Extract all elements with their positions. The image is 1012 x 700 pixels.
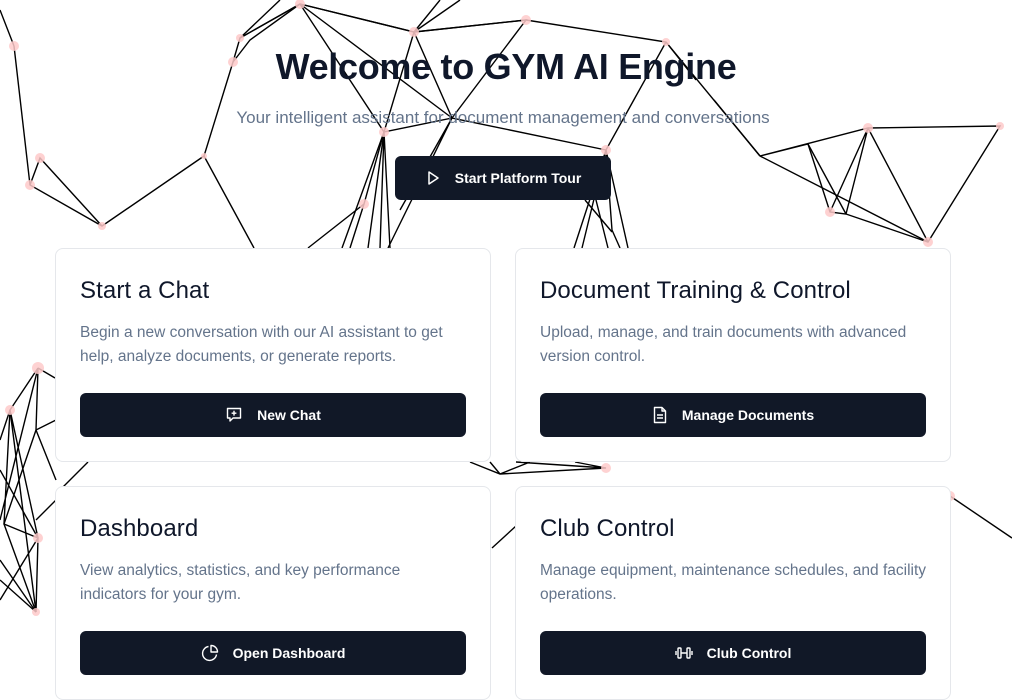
card-button-label: Open Dashboard xyxy=(232,645,346,661)
card-dashboard: Dashboard View analytics, statistics, an… xyxy=(55,486,491,700)
card-description: View analytics, statistics, and key perf… xyxy=(80,562,401,603)
dumbbell-icon xyxy=(674,644,693,662)
manage-documents-button[interactable]: Manage Documents xyxy=(540,393,926,437)
start-platform-tour-button[interactable]: Start Platform Tour xyxy=(395,156,611,200)
card-start-chat: Start a Chat Begin a new conversation wi… xyxy=(55,248,491,462)
message-plus-icon xyxy=(225,406,243,424)
card-description: Begin a new conversation with our AI ass… xyxy=(80,324,443,365)
file-icon xyxy=(652,406,668,424)
club-control-button[interactable]: Club Control xyxy=(540,631,926,675)
new-chat-button[interactable]: New Chat xyxy=(80,393,466,437)
card-club-control: Club Control Manage equipment, maintenan… xyxy=(515,486,951,700)
card-title: Start a Chat xyxy=(80,277,210,304)
card-button-label: New Chat xyxy=(257,407,321,423)
pie-chart-icon xyxy=(201,644,219,662)
card-description: Manage equipment, maintenance schedules,… xyxy=(540,562,927,603)
card-title: Dashboard xyxy=(80,515,199,542)
card-description: Upload, manage, and train documents with… xyxy=(540,324,907,365)
open-dashboard-button[interactable]: Open Dashboard xyxy=(80,631,466,675)
page-subtitle: Your intelligent assistant for document … xyxy=(236,108,770,127)
card-document-training: Document Training & Control Upload, mana… xyxy=(515,248,951,462)
card-button-label: Club Control xyxy=(706,645,792,661)
card-title: Document Training & Control xyxy=(540,277,851,304)
play-icon xyxy=(425,170,441,186)
card-title: Club Control xyxy=(540,515,675,542)
tour-button-label: Start Platform Tour xyxy=(454,170,582,186)
page-title: Welcome to GYM AI Engine xyxy=(275,46,737,87)
card-button-label: Manage Documents xyxy=(681,407,815,423)
